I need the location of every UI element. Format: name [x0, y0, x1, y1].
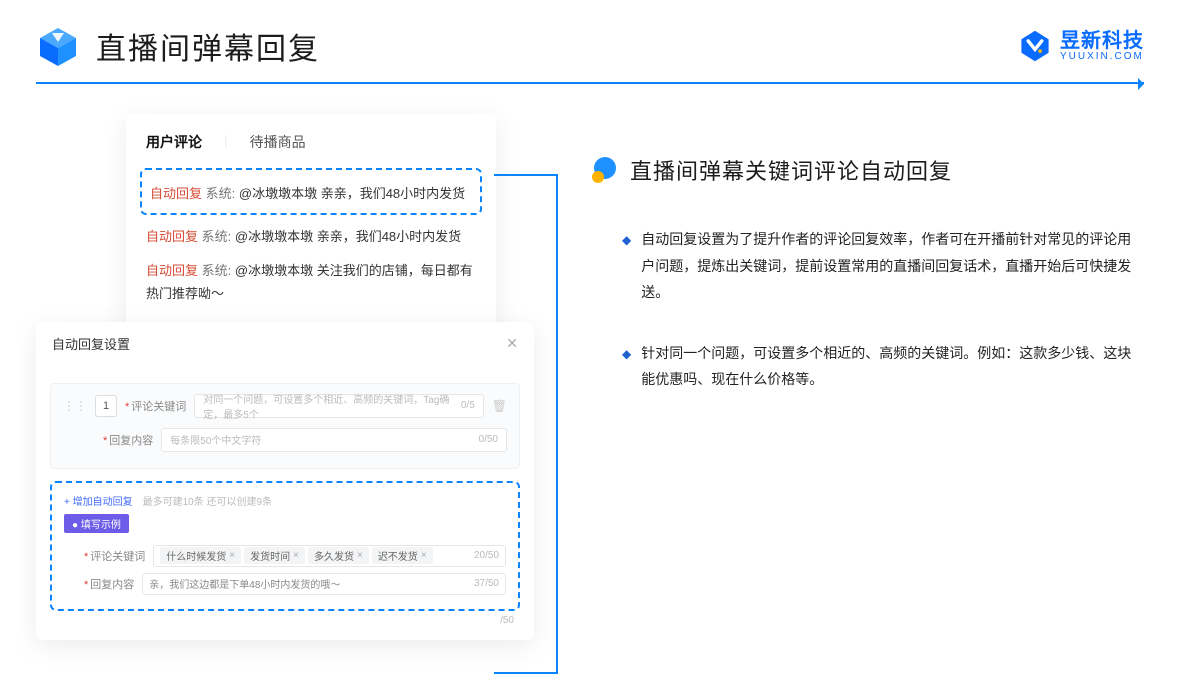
cube-icon: [36, 24, 80, 68]
keyword-label: *评论关键词: [125, 398, 186, 414]
ex-content-input[interactable]: 亲，我们这边都是下单48小时内发货的哦～ 37/50: [142, 573, 506, 595]
tab-separator: |: [224, 132, 228, 152]
tag-remove-icon[interactable]: ×: [421, 550, 427, 561]
tag-remove-icon[interactable]: ×: [357, 550, 363, 561]
auto-reply-tag: 自动回复: [146, 263, 198, 278]
ex-keyword-input[interactable]: 什么时候发货× 发货时间× 多久发货× 迟不发货× 20/50: [153, 545, 506, 567]
logo-text: 昱新科技: [1060, 31, 1144, 51]
header-divider: [36, 82, 1144, 84]
close-icon[interactable]: ✕: [506, 335, 518, 352]
tag-remove-icon[interactable]: ×: [229, 550, 235, 561]
comment-text: @冰墩墩本墩 亲亲，我们48小时内发货: [235, 229, 461, 244]
comments-card: 用户评论 | 待播商品 自动回复 系统: @冰墩墩本墩 亲亲，我们48小时内发货…: [126, 114, 496, 348]
tag-chip[interactable]: 迟不发货×: [372, 547, 433, 564]
section-title: 直播间弹幕关键词评论自动回复: [630, 154, 952, 186]
header: 直播间弹幕回复 昱新科技 YUUXIN.COM: [0, 0, 1180, 68]
outer-count: /50: [50, 611, 520, 626]
ex-keyword-count: 20/50: [474, 550, 499, 561]
settings-card: 自动回复设置 ✕ ⋮⋮ 1 *评论关键词 对同一个问题，可设置多个相近、高频的关…: [36, 322, 534, 640]
example-block: + 增加自动回复 最多可建10条 还可以创建9条 ● 填写示例 *评论关键词 什…: [50, 481, 520, 611]
sequence-input[interactable]: 1: [95, 395, 117, 417]
settings-title: 自动回复设置: [52, 334, 130, 353]
content-input[interactable]: 每条限50个中文字符 0/50: [161, 428, 507, 452]
left-column: 用户评论 | 待播商品 自动回复 系统: @冰墩墩本墩 亲亲，我们48小时内发货…: [36, 94, 556, 640]
brand-logo: 昱新科技 YUUXIN.COM: [1018, 29, 1144, 63]
tag-remove-icon[interactable]: ×: [293, 550, 299, 561]
ex-content-label: *回复内容: [84, 576, 134, 592]
drag-handle-icon[interactable]: ⋮⋮: [63, 399, 87, 413]
right-column: 直播间弹幕关键词评论自动回复 ◆ 自动回复设置为了提升作者的评论回复效率，作者可…: [592, 94, 1144, 640]
auto-reply-tag: 自动回复: [150, 186, 202, 201]
tag-chip[interactable]: 多久发货×: [308, 547, 369, 564]
tab-user-comments[interactable]: 用户评论: [146, 132, 202, 152]
comment-line: 自动回复 系统: @冰墩墩本墩 亲亲，我们48小时内发货: [150, 182, 472, 205]
add-auto-reply-link[interactable]: + 增加自动回复: [64, 493, 133, 508]
content-label: *回复内容: [103, 432, 153, 448]
page-title: 直播间弹幕回复: [96, 24, 320, 68]
content-placeholder: 每条限50个中文字符: [170, 432, 261, 447]
keyword-placeholder: 对同一个问题，可设置多个相近、高频的关键词，Tag确定，最多5个: [203, 391, 461, 421]
bullet-item: ◆ 自动回复设置为了提升作者的评论回复效率，作者可在开播前针对常见的评论用户问题…: [592, 226, 1144, 306]
bullet-text: 针对同一个问题，可设置多个相近的、高频的关键词。例如：这款多少钱、这块能优惠吗、…: [641, 340, 1144, 393]
logo-subtext: YUUXIN.COM: [1060, 51, 1144, 62]
ex-content-count: 37/50: [474, 578, 499, 589]
comment-line: 自动回复 系统: @冰墩墩本墩 关注我们的店铺，每日都有热门推荐呦～: [146, 259, 476, 306]
ex-content-text: 亲，我们这边都是下单48小时内发货的哦～: [149, 576, 340, 591]
comment-text: @冰墩墩本墩 亲亲，我们48小时内发货: [239, 186, 465, 201]
bullet-text: 自动回复设置为了提升作者的评论回复效率，作者可在开播前针对常见的评论用户问题，提…: [641, 226, 1144, 306]
system-tag: 系统:: [202, 229, 232, 244]
tab-pending-goods[interactable]: 待播商品: [250, 132, 306, 152]
tag-chip[interactable]: 发货时间×: [244, 547, 305, 564]
bullet-item: ◆ 针对同一个问题，可设置多个相近的、高频的关键词。例如：这款多少钱、这块能优惠…: [592, 340, 1144, 393]
system-tag: 系统:: [206, 186, 236, 201]
add-hint: 最多可建10条 还可以创建9条: [143, 493, 272, 508]
example-chip: ● 填写示例: [64, 514, 129, 533]
auto-reply-tag: 自动回复: [146, 229, 198, 244]
ex-keyword-label: *评论关键词: [84, 548, 145, 564]
system-tag: 系统:: [202, 263, 232, 278]
comment-line: 自动回复 系统: @冰墩墩本墩 亲亲，我们48小时内发货: [146, 225, 476, 248]
dot-icon: [592, 157, 618, 183]
tabs: 用户评论 | 待播商品: [146, 132, 476, 152]
tag-chip[interactable]: 什么时候发货×: [160, 547, 241, 564]
diamond-icon: ◆: [622, 340, 631, 393]
settings-body: ⋮⋮ 1 *评论关键词 对同一个问题，可设置多个相近、高频的关键词，Tag确定，…: [50, 383, 520, 469]
keyword-count: 0/5: [461, 400, 475, 411]
highlighted-comment: 自动回复 系统: @冰墩墩本墩 亲亲，我们48小时内发货: [140, 168, 482, 215]
keyword-input[interactable]: 对同一个问题，可设置多个相近、高频的关键词，Tag确定，最多5个 0/5: [194, 394, 483, 418]
content-count: 0/50: [479, 434, 498, 445]
diamond-icon: ◆: [622, 226, 631, 306]
logo-icon: [1018, 29, 1052, 63]
delete-icon[interactable]: 🗑: [492, 399, 507, 413]
